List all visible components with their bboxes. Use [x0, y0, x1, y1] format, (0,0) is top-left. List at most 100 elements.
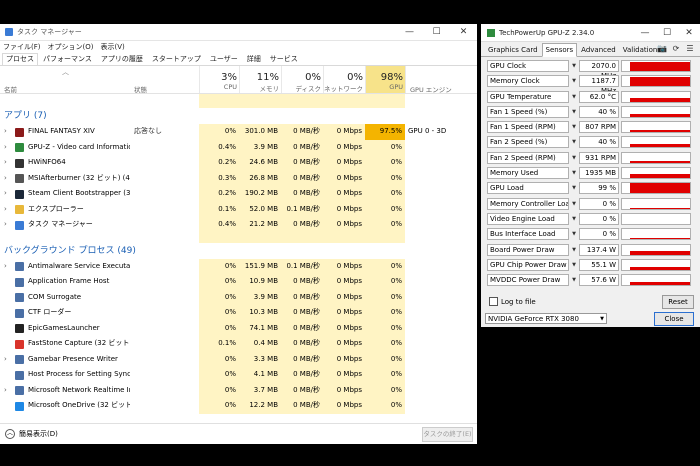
tab-startup[interactable]: スタートアップ — [148, 53, 205, 65]
sensor-name[interactable]: Bus Interface Load — [487, 228, 569, 241]
dropdown-arrow-icon[interactable]: ▼ — [570, 198, 578, 210]
tab-users[interactable]: ユーザー — [206, 53, 242, 65]
gpu-cell: 0% — [365, 217, 405, 233]
background-section-header[interactable]: バックグラウンド プロセス (49) — [0, 243, 477, 259]
minimize-button[interactable]: — — [396, 27, 423, 37]
process-row[interactable]: › Gamebar Presence Writer 0% 3.3 MB 0 MB/秒 0 … — [0, 351, 477, 368]
end-task-button[interactable]: タスクの終了(E) — [422, 427, 473, 442]
tab-performance[interactable]: パフォーマンス — [39, 53, 96, 65]
sensor-name[interactable]: GPU Load — [487, 182, 569, 195]
dropdown-arrow-icon[interactable]: ▼ — [570, 152, 578, 164]
sensor-name[interactable]: Memory Used — [487, 167, 569, 180]
process-row[interactable]: Host Process for Setting Synch...0%4.1 M… — [0, 367, 477, 383]
app-row[interactable]: › HWiNFO64 0.2% 24.6 MB 0 MB/秒 0 Mbps 0% — [0, 155, 477, 171]
sensor-name[interactable]: Memory Clock — [487, 75, 569, 88]
sensor-name[interactable]: GPU Temperature — [487, 90, 569, 103]
dropdown-arrow-icon[interactable]: ▼ — [570, 136, 578, 148]
refresh-icon[interactable]: ⟳ — [669, 44, 683, 53]
expand-chevron-icon[interactable]: › — [4, 352, 7, 368]
expand-chevron-icon[interactable]: › — [4, 186, 7, 202]
dropdown-arrow-icon[interactable]: ▼ — [570, 274, 578, 286]
dropdown-arrow-icon[interactable]: ▼ — [570, 167, 578, 179]
fewer-details-button[interactable]: ︿ 簡易表示(D) — [5, 429, 58, 439]
app-row[interactable]: › FINAL FANTASY XIV 応答なし 0% 301.0 MB 0 MB/秒 0 … — [0, 124, 477, 140]
expand-chevron-icon[interactable]: › — [4, 202, 7, 218]
sensor-name[interactable]: GPU Clock — [487, 60, 569, 72]
camera-icon[interactable]: 📷 — [655, 44, 669, 53]
menu-icon[interactable]: ☰ — [683, 44, 697, 53]
gpu-select-dropdown[interactable]: NVIDIA GeForce RTX 3080 ▼ — [485, 313, 607, 324]
menu-bar: ファイル(F) オプション(O) 表示(V) — [0, 41, 477, 53]
process-row[interactable]: ›Microsoft Network Realtime Ins...0%3.7 … — [0, 382, 477, 399]
maximize-button[interactable]: ☐ — [423, 27, 450, 37]
dropdown-arrow-icon[interactable]: ▼ — [570, 121, 578, 133]
sensor-name[interactable]: Video Engine Load — [487, 212, 569, 225]
sensor-name[interactable]: Fan 2 Speed (RPM) — [487, 151, 569, 164]
process-row[interactable]: CTF ローダー 0% 10.3 MB 0 MB/秒 0 Mbps 0% — [0, 305, 477, 321]
dropdown-arrow-icon[interactable]: ▼ — [570, 106, 578, 118]
expand-chevron-icon[interactable]: › — [4, 124, 7, 140]
dropdown-arrow-icon[interactable]: ▼ — [570, 244, 578, 256]
header-name[interactable]: 名前 — [0, 66, 130, 94]
expand-chevron-icon[interactable]: › — [4, 155, 7, 171]
app-row[interactable]: › GPU-Z - Video card Information... 0.4%3.… — [0, 139, 477, 156]
process-row[interactable]: COM Surrogate 0% 3.9 MB 0 MB/秒 0 Mbps 0% — [0, 289, 477, 305]
process-row[interactable]: FastStone Capture (32 ビット) 0.1% 0.4 MB 0 MB… — [0, 336, 477, 352]
app-row[interactable]: › MSIAfterburner (32 ビット) (4) 0.3% 26.8 MB 0… — [0, 170, 477, 187]
tab-sensors[interactable]: Sensors — [541, 43, 578, 57]
process-row[interactable]: Application Frame Host 0% 10.9 MB 0 MB/秒 0 M… — [0, 274, 477, 290]
menu-file[interactable]: ファイル(F) — [3, 42, 41, 52]
gpuz-close-button[interactable]: ✕ — [678, 28, 700, 38]
dropdown-arrow-icon[interactable]: ▼ — [570, 91, 578, 103]
reset-button[interactable]: Reset — [662, 295, 694, 309]
header-cpu[interactable]: 3% CPU — [199, 66, 239, 93]
log-to-file-checkbox[interactable]: Log to file — [489, 297, 536, 306]
header-gpu-engine[interactable]: GPU エンジン — [405, 66, 477, 94]
dropdown-arrow-icon[interactable]: ▼ — [570, 259, 578, 271]
sensor-name[interactable]: GPU Chip Power Draw — [487, 258, 569, 271]
sensor-name[interactable]: Memory Controller Load — [487, 197, 569, 210]
tab-graphics-card[interactable]: Graphics Card — [485, 44, 541, 56]
apps-section-header[interactable]: アプリ (7) — [0, 108, 477, 124]
tab-advanced[interactable]: Advanced — [578, 44, 619, 56]
sensor-name[interactable]: Fan 1 Speed (RPM) — [487, 121, 569, 134]
dropdown-arrow-icon[interactable]: ▼ — [570, 182, 578, 194]
cpu-cell: 0.1% — [199, 201, 239, 217]
sensor-name[interactable]: Board Power Draw — [487, 243, 569, 256]
tab-services[interactable]: サービス — [266, 53, 302, 65]
sensor-name[interactable]: Fan 1 Speed (%) — [487, 105, 569, 118]
header-disk[interactable]: 0% ディスク — [281, 66, 323, 93]
expand-chevron-icon[interactable]: › — [4, 171, 7, 187]
expand-chevron-icon[interactable]: › — [4, 140, 7, 156]
expand-chevron-icon[interactable]: › — [4, 217, 7, 233]
dropdown-arrow-icon[interactable]: ▼ — [570, 213, 578, 225]
process-row[interactable]: EpicGamesLauncher 0% 74.1 MB 0 MB/秒 0 Mbps 0% — [0, 320, 477, 336]
header-network[interactable]: 0% ネットワーク — [323, 66, 365, 93]
process-row[interactable]: Microsoft OneDrive (32 ビット) 0% 12.2 MB 0 MB… — [0, 398, 477, 414]
sensor-graph — [621, 151, 691, 164]
expand-chevron-icon[interactable]: › — [4, 383, 7, 399]
close-button[interactable]: ✕ — [450, 27, 477, 37]
dropdown-arrow-icon[interactable]: ▼ — [570, 228, 578, 240]
menu-options[interactable]: オプション(O) — [48, 42, 94, 52]
header-memory[interactable]: 11% メモリ — [239, 66, 281, 93]
gpuz-maximize-button[interactable]: ☐ — [656, 28, 678, 38]
app-row[interactable]: › タスク マネージャー 0.4% 21.2 MB 0 MB/秒 0 Mbps 0% — [0, 217, 477, 233]
tab-processes[interactable]: プロセス — [2, 53, 38, 65]
process-row[interactable]: › Antimalware Service Executable 0% 151.9 M… — [0, 258, 477, 275]
tab-app-history[interactable]: アプリの履歴 — [97, 53, 147, 65]
gpuz-minimize-button[interactable]: — — [634, 28, 656, 38]
tab-details[interactable]: 詳細 — [243, 53, 265, 65]
header-status[interactable]: 状態 — [130, 66, 199, 94]
expand-chevron-icon[interactable]: › — [4, 259, 7, 275]
dropdown-arrow-icon[interactable]: ▼ — [570, 75, 578, 87]
app-row[interactable]: › Steam Client Bootstrapper (32 ビ... 0.2%1… — [0, 186, 477, 202]
sensor-name[interactable]: MVDDC Power Draw — [487, 274, 569, 287]
app-row[interactable]: › エクスプローラー 0.1% 52.0 MB 0.1 MB/秒 0 Mbps 0% — [0, 201, 477, 218]
dropdown-arrow-icon[interactable]: ▼ — [570, 60, 578, 72]
close-button-main[interactable]: Close — [654, 312, 694, 326]
process-name: Steam Client Bootstrapper (32 ビ... — [28, 189, 130, 197]
sensor-name[interactable]: Fan 2 Speed (%) — [487, 136, 569, 149]
header-gpu[interactable]: 98% GPU — [365, 66, 405, 93]
menu-view[interactable]: 表示(V) — [100, 42, 124, 52]
